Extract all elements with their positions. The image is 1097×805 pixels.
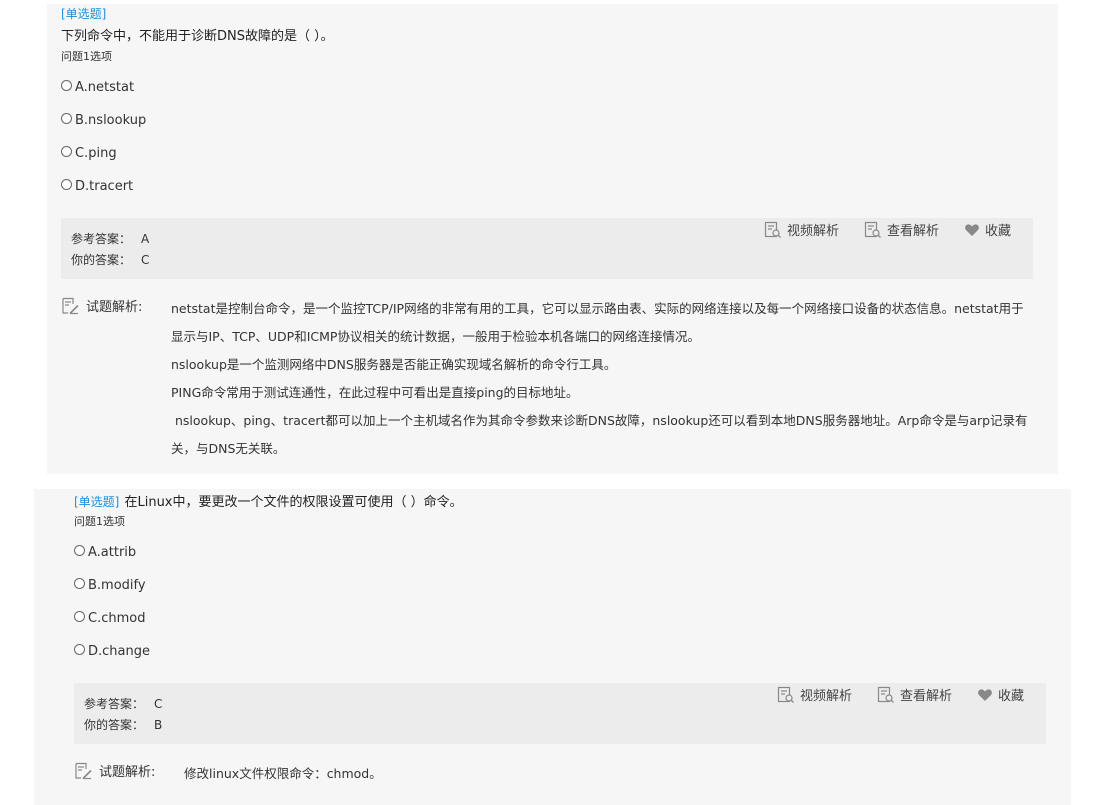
- option-d[interactable]: D.tracert: [61, 179, 133, 194]
- radio-button[interactable]: [61, 179, 72, 190]
- view-doc-icon: [877, 686, 894, 703]
- radio-button[interactable]: [74, 611, 85, 622]
- option-label: D.tracert: [75, 179, 134, 194]
- radio-button[interactable]: [61, 113, 72, 124]
- question-stem: 在Linux中，要更改一个文件的权限设置可使用（ ）命令。: [124, 495, 463, 510]
- reference-answer: 参考答案： C: [84, 697, 163, 711]
- favorite-button[interactable]: 收藏: [977, 685, 1024, 704]
- edit-note-icon: [62, 297, 79, 314]
- question-card-1: [单选题] 下列命令中，不能用于诊断DNS故障的是（ ）。 问题1选项 A.ne…: [47, 4, 1058, 474]
- question-header: [单选题] 在Linux中，要更改一个文件的权限设置可使用（ ）命令。: [74, 491, 463, 510]
- question-type-tag: [单选题]: [74, 495, 120, 509]
- question-card-2: [单选题] 在Linux中，要更改一个文件的权限设置可使用（ ）命令。 问题1选…: [34, 489, 1071, 805]
- your-answer-value: C: [141, 253, 150, 267]
- options-caption: 问题1选项: [74, 515, 125, 528]
- option-label: B.nslookup: [75, 113, 147, 128]
- options-caption: 问题1选项: [61, 50, 112, 63]
- video-analysis-button[interactable]: 视频解析: [764, 220, 839, 239]
- reference-answer: 参考答案： A: [71, 232, 150, 246]
- option-b[interactable]: B.modify: [74, 578, 146, 593]
- option-label: C.ping: [75, 146, 117, 161]
- question-type-tag: [单选题]: [61, 7, 107, 21]
- option-c[interactable]: C.ping: [61, 146, 117, 161]
- heart-icon: [965, 223, 979, 236]
- option-b[interactable]: B.nslookup: [61, 113, 146, 128]
- option-c[interactable]: C.chmod: [74, 611, 145, 626]
- analysis-paragraph: nslookup是一个监测网络中DNS服务器是否能正确实现域名解析的命令行工具。: [171, 357, 617, 372]
- your-answer: 你的答案： B: [84, 718, 163, 732]
- option-a[interactable]: A.netstat: [61, 80, 134, 95]
- radio-button[interactable]: [74, 644, 85, 655]
- question-stem: 下列命令中，不能用于诊断DNS故障的是（ ）。: [61, 29, 334, 44]
- favorite-button[interactable]: 收藏: [964, 220, 1011, 239]
- view-doc-icon: [864, 221, 881, 238]
- option-label: C.chmod: [88, 611, 146, 626]
- option-label: D.change: [88, 644, 150, 659]
- view-analysis-button[interactable]: 查看解析: [877, 685, 952, 704]
- analysis-text: 修改linux文件权限命令：chmod。: [184, 760, 1044, 788]
- video-doc-icon: [764, 221, 781, 238]
- heart-icon: [978, 688, 992, 701]
- option-label: A.netstat: [75, 80, 135, 95]
- radio-button[interactable]: [61, 80, 72, 91]
- your-answer-value: B: [154, 718, 163, 732]
- reference-answer-value: C: [154, 697, 163, 711]
- radio-button[interactable]: [74, 545, 85, 556]
- analysis-paragraph: nslookup、ping、tracert都可以加上一个主机域名作为其命令参数来…: [171, 413, 1028, 456]
- video-doc-icon: [777, 686, 794, 703]
- view-analysis-button[interactable]: 查看解析: [864, 220, 939, 239]
- edit-note-icon: [75, 762, 92, 779]
- option-d[interactable]: D.change: [74, 644, 150, 659]
- radio-button[interactable]: [61, 146, 72, 157]
- analysis-paragraph: PING命令常用于测试连通性，在此过程中可看出是直接ping的目标地址。: [171, 385, 579, 400]
- answer-panel: 参考答案： C 你的答案： B 视频解析 查看解析 收藏: [74, 683, 1046, 744]
- analysis-label: 试题解析:: [61, 296, 142, 315]
- analysis-paragraph: 修改linux文件权限命令：chmod。: [184, 766, 382, 781]
- radio-button[interactable]: [74, 578, 85, 589]
- option-label: A.attrib: [88, 545, 137, 560]
- reference-answer-value: A: [141, 232, 150, 246]
- analysis-text: netstat是控制台命令，是一个监控TCP/IP网络的非常有用的工具，它可以显…: [171, 295, 1031, 463]
- option-label: B.modify: [88, 578, 146, 593]
- your-answer: 你的答案： C: [71, 253, 150, 267]
- analysis-label: 试题解析:: [74, 761, 155, 780]
- video-analysis-button[interactable]: 视频解析: [777, 685, 852, 704]
- answer-panel: 参考答案： A 你的答案： C 视频解析 查看解析 收藏: [61, 218, 1033, 279]
- analysis-paragraph: netstat是控制台命令，是一个监控TCP/IP网络的非常有用的工具，它可以显…: [171, 301, 1024, 344]
- option-a[interactable]: A.attrib: [74, 545, 136, 560]
